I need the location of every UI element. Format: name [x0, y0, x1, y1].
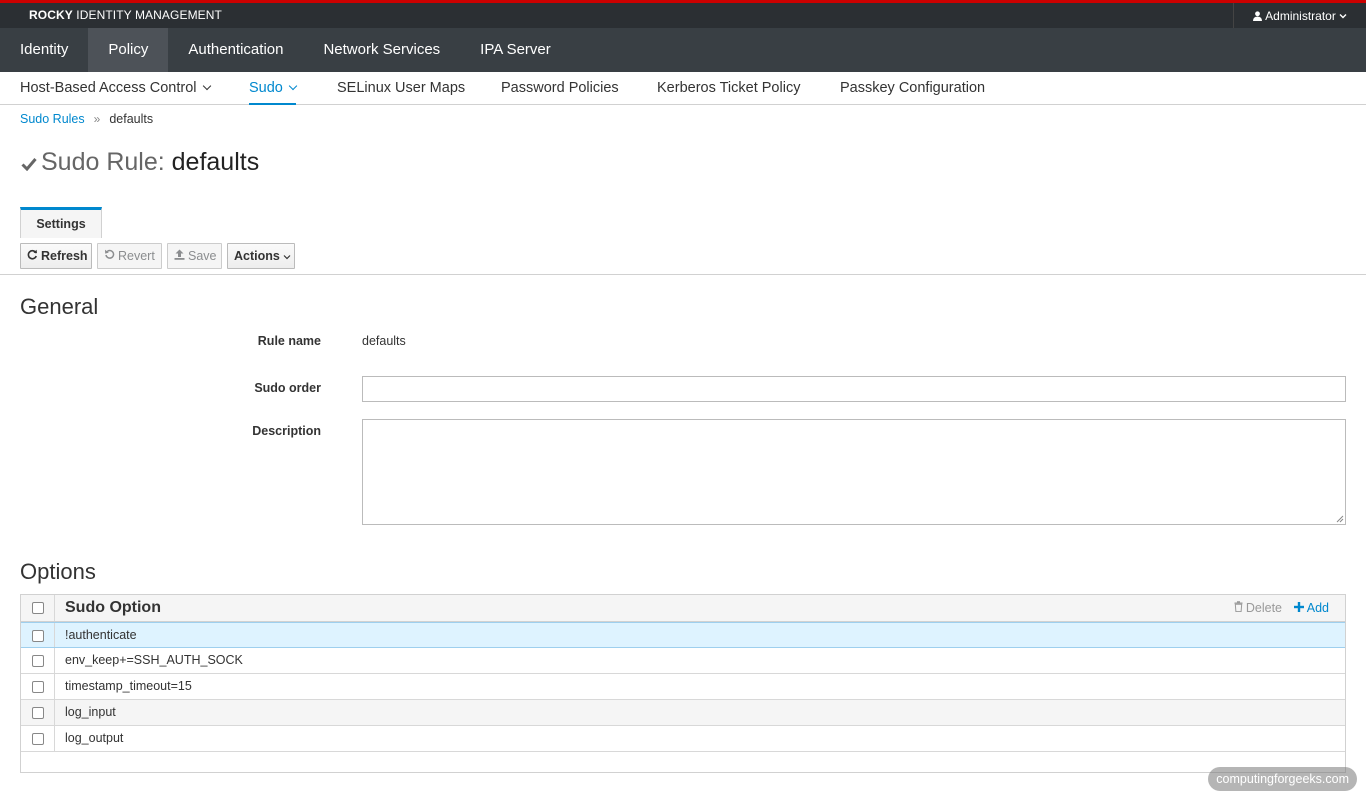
chevron-down-icon — [1339, 13, 1347, 19]
table-row[interactable]: !authenticate — [21, 622, 1345, 648]
actions-label: Actions — [234, 249, 280, 263]
sudo-option-cell: timestamp_timeout=15 — [65, 679, 192, 693]
subnav-passkey-configuration[interactable]: Passkey Configuration — [840, 72, 985, 105]
save-label: Save — [188, 249, 217, 263]
description-textarea[interactable] — [362, 419, 1346, 525]
sub-nav: Host-Based Access Control Sudo SELinux U… — [0, 72, 1366, 105]
sudo-option-cell: env_keep+=SSH_AUTH_SOCK — [65, 653, 243, 667]
main-nav: Identity Policy Authentication Network S… — [0, 28, 1366, 72]
sudo-option-cell: log_input — [65, 705, 116, 719]
nav-policy[interactable]: Policy — [88, 28, 169, 72]
subnav-sudo[interactable]: Sudo — [249, 72, 298, 105]
row-checkbox[interactable] — [32, 630, 44, 642]
user-menu[interactable]: Administrator — [1233, 3, 1366, 28]
row-checkbox[interactable] — [32, 707, 44, 719]
chevron-down-icon — [202, 81, 211, 91]
row-checkbox[interactable] — [32, 681, 44, 693]
tab-settings[interactable]: Settings — [20, 207, 102, 238]
masthead: ROCKY IDENTITY MANAGEMENT Administrator — [0, 3, 1366, 28]
select-all-checkbox[interactable] — [32, 602, 44, 614]
table-row[interactable]: log_output — [21, 726, 1345, 752]
breadcrumb-current: defaults — [109, 112, 154, 126]
delete-button[interactable]: Delete — [1234, 595, 1282, 621]
plus-icon — [1293, 595, 1304, 621]
undo-icon — [104, 249, 115, 263]
checkmark-icon — [21, 149, 37, 178]
subnav-password-policies[interactable]: Password Policies — [501, 72, 619, 105]
nav-identity[interactable]: Identity — [0, 28, 88, 72]
nav-authentication[interactable]: Authentication — [168, 28, 303, 72]
user-name: Administrator — [1265, 8, 1336, 23]
row-checkbox[interactable] — [32, 655, 44, 667]
page-title-prefix: Sudo Rule: — [41, 148, 172, 176]
user-icon — [1253, 10, 1263, 21]
nav-network-services[interactable]: Network Services — [303, 28, 460, 72]
nav-ipa-server[interactable]: IPA Server — [460, 28, 571, 72]
chevron-down-icon — [283, 249, 291, 263]
delete-label: Delete — [1245, 601, 1282, 615]
breadcrumb: Sudo Rules » defaults — [20, 112, 153, 126]
column-header-sudo-option: Sudo Option — [65, 599, 161, 616]
refresh-icon — [27, 249, 38, 263]
sudo-option-cell: log_output — [65, 731, 124, 745]
subnav-selinux-user-maps[interactable]: SELinux User Maps — [337, 72, 465, 105]
sudo-order-label: Sudo order — [254, 381, 321, 395]
revert-button[interactable]: Revert — [97, 243, 162, 269]
breadcrumb-sudo-rules[interactable]: Sudo Rules — [20, 112, 85, 126]
general-heading: General — [20, 294, 99, 319]
add-button[interactable]: Add — [1293, 595, 1329, 621]
sudo-order-input[interactable] — [362, 376, 1346, 402]
resize-handle-icon[interactable] — [1336, 515, 1344, 523]
revert-label: Revert — [118, 249, 155, 263]
trash-icon — [1234, 595, 1243, 621]
refresh-button[interactable]: Refresh — [20, 243, 92, 269]
subnav-kerberos-ticket-policy[interactable]: Kerberos Ticket Policy — [657, 72, 800, 105]
upload-icon — [174, 249, 185, 263]
sudo-option-cell: !authenticate — [65, 628, 137, 642]
save-button[interactable]: Save — [167, 243, 222, 269]
row-checkbox[interactable] — [32, 733, 44, 745]
watermark: computingforgeeks.com — [1208, 767, 1357, 791]
refresh-label: Refresh — [41, 249, 88, 263]
chevron-down-icon — [288, 81, 298, 91]
toolbar-divider — [0, 274, 1366, 275]
page-title: Sudo Rule: defaults — [21, 148, 259, 177]
table-row[interactable]: timestamp_timeout=15 — [21, 674, 1345, 700]
table-row[interactable]: log_input — [21, 700, 1345, 726]
page-title-name: defaults — [171, 148, 260, 176]
options-table: Sudo Option Delete Add !authenticate env… — [20, 594, 1346, 773]
add-label: Add — [1306, 601, 1329, 615]
brand-logo[interactable]: ROCKY IDENTITY MANAGEMENT — [29, 8, 222, 22]
rule-name-value: defaults — [362, 334, 406, 348]
table-header: Sudo Option Delete Add — [21, 595, 1345, 622]
table-row[interactable]: env_keep+=SSH_AUTH_SOCK — [21, 648, 1345, 674]
subnav-hbac[interactable]: Host-Based Access Control — [20, 72, 211, 105]
rule-name-label: Rule name — [257, 334, 321, 348]
description-label: Description — [252, 424, 321, 438]
breadcrumb-separator: » — [93, 112, 101, 126]
options-heading: Options — [20, 559, 96, 584]
actions-dropdown[interactable]: Actions — [227, 243, 295, 269]
